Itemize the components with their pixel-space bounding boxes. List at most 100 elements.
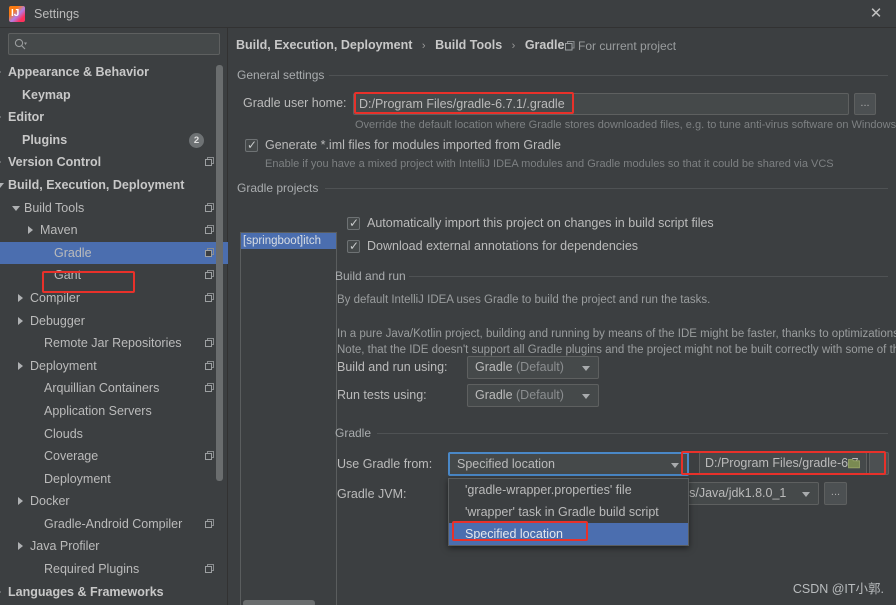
intellij-idea-logo-icon: IJ (9, 6, 25, 22)
generate-iml-hint: Enable if you have a mixed project with … (265, 158, 834, 170)
sidebar-item-compiler[interactable]: Compiler (0, 287, 228, 310)
copy-scope-icon (205, 518, 215, 529)
auto-import-check-tick: ✓ (349, 216, 360, 230)
download-annotations-check-tick: ✓ (349, 239, 360, 253)
sidebar-item-keymap[interactable]: Keymap (0, 84, 228, 107)
sidebar-item-label: Keymap (22, 87, 71, 102)
dropdown-option[interactable]: 'gradle-wrapper.properties' file (449, 479, 688, 501)
chevron-right-icon[interactable] (0, 113, 1, 122)
copy-scope-icon (205, 202, 215, 213)
sidebar-item-gradle-android-compiler[interactable]: Gradle-Android Compiler (0, 513, 228, 536)
dropdown-option[interactable]: 'wrapper' task in Gradle build script (449, 501, 688, 523)
search-box[interactable] (8, 33, 220, 55)
auto-import-checkbox[interactable]: ✓ (347, 216, 360, 230)
gradle-section-header: Gradle (335, 426, 372, 440)
chevron-right-icon[interactable] (0, 158, 1, 167)
sidebar-item-version-control[interactable]: Version Control (0, 151, 228, 174)
watermark: CSDN @IT小郭. (792, 582, 884, 596)
sidebar-item-editor[interactable]: Editor (0, 106, 228, 129)
chevron-right-icon[interactable] (18, 542, 23, 551)
sidebar-item-label: Languages & Frameworks (8, 584, 164, 599)
use-gradle-from-value: Specified location (457, 457, 555, 471)
sidebar-item-label: Remote Jar Repositories (44, 336, 182, 351)
copy-scope-icon (205, 383, 215, 393)
gradle-user-home-field[interactable]: D:/Program Files/gradle-6.7.1/.gradle (353, 93, 849, 115)
sidebar-item-label: Appearance & Behavior (8, 65, 150, 79)
sidebar-item-java-profiler[interactable]: Java Profiler (0, 535, 228, 558)
breadcrumb-separator-1: › (421, 40, 426, 52)
chevron-down-icon[interactable] (671, 463, 679, 468)
gradle-user-home-value: D:/Program Files/gradle-6.7.1/.gradle (359, 97, 565, 111)
build-run-using-combo[interactable]: Gradle (Default) (467, 356, 599, 379)
for-current-project-label: For current project (578, 39, 677, 53)
chevron-right-icon[interactable] (18, 497, 23, 506)
sidebar-item-appearance-behavior[interactable]: Appearance & Behavior (0, 61, 228, 84)
chevron-right-icon[interactable] (18, 293, 23, 302)
sidebar-item-deployment[interactable]: Deployment (0, 468, 228, 491)
generate-iml-label[interactable]: Generate *.iml files for modules importe… (265, 136, 561, 154)
window-title: Settings (34, 7, 80, 21)
use-gradle-from-combo[interactable]: Specified location (448, 452, 689, 476)
chevron-right-icon[interactable] (28, 226, 33, 235)
gradle-projects-rule (325, 188, 888, 189)
gradle-section-rule (377, 433, 888, 434)
run-tests-using-combo[interactable]: Gradle (Default) (467, 384, 599, 407)
breadcrumb-part-1[interactable]: Build, Execution, Deployment (236, 38, 412, 52)
copy-scope-icon (205, 247, 215, 258)
chevron-right-icon[interactable] (0, 587, 1, 596)
folder-icon[interactable] (848, 458, 860, 469)
gradle-jvm-browse-button[interactable]: ... (824, 482, 847, 505)
sidebar-item-build-tools[interactable]: Build Tools (0, 197, 228, 220)
sidebar-scrollbar[interactable] (216, 65, 223, 481)
list-item[interactable]: [springboot]itch (241, 233, 336, 249)
breadcrumb-part-2[interactable]: Build Tools (435, 38, 502, 52)
sidebar-item-clouds[interactable]: Clouds (0, 423, 228, 446)
chevron-down-icon[interactable] (582, 394, 590, 399)
chevron-down-icon[interactable] (802, 492, 810, 497)
generate-iml-checkbox[interactable]: ✓ (245, 138, 258, 152)
build-run-using-label: Build and run using: (337, 360, 448, 374)
copy-scope-icon (205, 564, 215, 574)
sidebar-item-languages-frameworks[interactable]: Languages & Frameworks (0, 581, 228, 604)
chevron-right-icon[interactable] (18, 316, 23, 325)
sidebar-item-remote-jar-repositories[interactable]: Remote Jar Repositories (0, 332, 228, 355)
chevron-down-icon[interactable] (582, 366, 590, 371)
sidebar-item-arquillian-containers[interactable]: Arquillian Containers (0, 377, 228, 400)
gradle-projects-list[interactable]: [springboot]itch (240, 232, 337, 605)
chevron-down-icon[interactable] (0, 182, 4, 188)
gradle-home-field[interactable]: D:/Program Files/gradle-6.7 (699, 452, 867, 475)
auto-import-label[interactable]: Automatically import this project on cha… (367, 214, 714, 232)
download-annotations-label[interactable]: Download external annotations for depend… (367, 237, 638, 255)
sidebar-item-docker[interactable]: Docker (0, 490, 228, 513)
build-run-using-value-wrap: Gradle (Default) (475, 357, 564, 378)
chevron-right-icon[interactable] (0, 68, 1, 76)
sidebar-item-application-servers[interactable]: Application Servers (0, 400, 228, 423)
sidebar-item-gradle[interactable]: Gradle (0, 241, 228, 265)
run-tests-using-label: Run tests using: (337, 388, 427, 402)
projects-list-horizontal-scrollbar[interactable] (243, 600, 315, 605)
sidebar-item-plugins[interactable]: Plugins 2 (0, 129, 228, 152)
for-current-project-indicator[interactable]: For current project (565, 37, 677, 55)
general-settings-header: General settings (237, 68, 325, 82)
sidebar-item-label: Coverage (44, 449, 99, 464)
sidebar-item-maven[interactable]: Maven (0, 219, 228, 242)
chevron-right-icon[interactable] (18, 361, 23, 370)
sidebar-item-coverage[interactable]: Coverage (0, 445, 228, 468)
breadcrumb-separator-2: › (511, 40, 516, 52)
breadcrumb-part-3[interactable]: Gradle (525, 38, 565, 52)
sidebar-item-deployment[interactable]: Deployment (0, 355, 228, 378)
dropdown-option[interactable]: Specified location (449, 523, 688, 545)
use-gradle-from-dropdown-popup[interactable]: 'gradle-wrapper.properties' file'wrapper… (448, 478, 689, 546)
search-input[interactable] (33, 34, 217, 54)
sidebar-item-required-plugins[interactable]: Required Plugins (0, 558, 228, 581)
sidebar-item-gant[interactable]: Gant (0, 264, 228, 287)
close-icon[interactable]: ✕ (866, 5, 886, 23)
copy-scope-icon (205, 451, 215, 461)
sidebar-item-debugger[interactable]: Debugger (0, 310, 228, 333)
gradle-user-home-browse-button[interactable]: ... (854, 93, 876, 115)
chevron-down-icon[interactable] (12, 205, 20, 211)
gradle-home-browse-button[interactable] (869, 452, 889, 475)
sidebar-item-label: Build, Execution, Deployment (8, 177, 185, 192)
sidebar-item-build-execution-deployment[interactable]: Build, Execution, Deployment (0, 174, 228, 197)
download-annotations-checkbox[interactable]: ✓ (347, 239, 360, 253)
